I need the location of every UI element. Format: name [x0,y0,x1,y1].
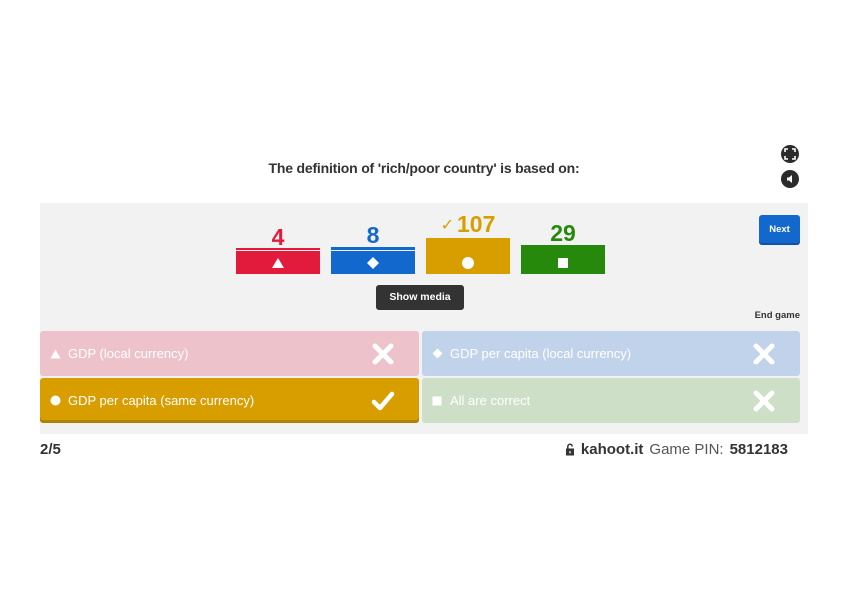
triangle-icon [272,257,284,268]
game-info: kahoot.it Game PIN: 5812183 [565,441,788,458]
result-count: ✓ 107 [426,212,510,238]
answer-option-green: All are correct [422,378,800,423]
square-icon [558,257,568,268]
game-pin-label: Game PIN: [649,441,724,458]
answer-label: GDP per capita (same currency) [68,393,255,408]
result-count: 4 [271,224,285,250]
fullscreen-button[interactable] [781,145,799,163]
question-title: The definition of 'rich/poor country' is… [268,160,580,176]
next-button[interactable]: Next [759,215,800,245]
result-shape-base [521,251,605,274]
lock-icon [565,443,574,456]
show-media-button[interactable]: Show media [376,285,464,310]
diamond-icon [367,256,379,269]
bar-fill [426,238,510,251]
result-count-value: 107 [457,211,496,237]
answer-option-blue: GDP per capita (local currency) [422,331,800,376]
cross-icon [753,390,775,412]
result-count: 8 [366,222,380,248]
checkmark-icon [371,391,395,411]
check-icon: ✓ [440,217,455,234]
expand-icon [784,148,796,160]
answer-label: GDP (local currency) [68,346,189,361]
speaker-icon [787,175,792,183]
answer-option-red: GDP (local currency) [40,331,419,376]
answer-label: All are correct [450,393,531,408]
cross-icon [753,343,775,365]
game-pin: 5812183 [729,441,788,458]
square-icon [431,395,443,407]
diamond-icon [431,348,443,360]
result-shape-base [331,251,415,274]
result-shape-base [426,251,510,274]
cross-icon [372,343,394,365]
result-count: 29 [550,220,576,246]
sound-button[interactable] [781,170,799,188]
circle-icon [49,395,61,407]
circle-icon [462,256,474,269]
question-progress: 2/5 [40,441,61,458]
triangle-icon [49,348,61,360]
result-shape-base [236,251,320,274]
answer-option-yellow: GDP per capita (same currency) [40,378,419,423]
end-game-link[interactable]: End game [740,310,800,321]
kahoot-domain: kahoot.it [580,441,644,458]
answer-label: GDP per capita (local currency) [450,346,632,361]
bar-fill [236,248,320,250]
bar-fill [331,247,415,250]
